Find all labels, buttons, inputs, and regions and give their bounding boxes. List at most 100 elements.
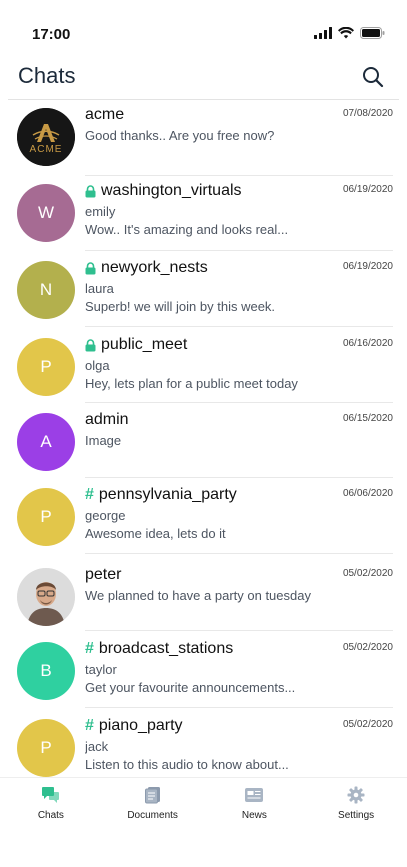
chat-row-public-meet[interactable]: P public_meet 06/16/2020 olga Hey, lets … — [0, 335, 407, 410]
chat-date: 05/02/2020 — [342, 719, 393, 730]
avatar: A — [17, 413, 75, 471]
chat-sender: emily — [85, 204, 116, 219]
chat-date: 06/19/2020 — [342, 184, 393, 195]
status-time: 17:00 — [32, 26, 71, 43]
user-photo-icon — [17, 568, 75, 626]
avatar: W — [17, 184, 75, 242]
row-divider — [85, 326, 393, 327]
chat-body: # piano_party 05/02/2020 jack Listen to … — [85, 716, 393, 772]
chat-name-text: admin — [85, 411, 129, 428]
tab-documents[interactable]: Documents — [102, 778, 204, 827]
chat-row-peter[interactable]: peter 05/02/2020 We planned to have a pa… — [0, 565, 407, 640]
chat-date: 06/19/2020 — [342, 261, 393, 272]
acme-logo-icon — [17, 108, 75, 166]
chat-body: # pennsylvania_party 06/06/2020 george A… — [85, 485, 393, 541]
chat-last-message: Listen to this audio to know about... — [85, 757, 289, 772]
chat-body: newyork_nests 06/19/2020 laura Superb! w… — [85, 258, 393, 314]
chat-last-message: Awesome idea, lets do it — [85, 526, 226, 541]
chat-last-message: Get your favourite announcements... — [85, 680, 296, 695]
row-divider — [85, 630, 393, 631]
chat-name-text: peter — [85, 566, 122, 583]
chat-row-acme[interactable]: ACME acme 07/08/2020 Good thanks.. Are y… — [0, 105, 407, 180]
hashtag-icon: # — [85, 640, 94, 657]
chat-body: peter 05/02/2020 We planned to have a pa… — [85, 565, 393, 603]
chat-name-text: pennsylvania_party — [98, 486, 237, 503]
tab-label: Settings — [338, 810, 375, 821]
chat-row-admin[interactable]: A admin 06/15/2020 Image — [0, 410, 407, 485]
page-title: Chats — [18, 63, 76, 88]
avatar-letter: P — [40, 507, 52, 526]
hashtag-icon: # — [85, 717, 94, 734]
avatar: P — [17, 338, 75, 396]
chat-date: 06/16/2020 — [342, 338, 393, 349]
lock-icon — [85, 261, 96, 274]
avatar: N — [17, 261, 75, 319]
row-divider — [85, 553, 393, 554]
gear-icon — [347, 786, 365, 804]
chat-name-text: broadcast_stations — [98, 640, 234, 657]
chat-body: admin 06/15/2020 Image — [85, 410, 393, 448]
status-icons — [314, 27, 385, 39]
chat-row-pennsylvania-party[interactable]: P # pennsylvania_party 06/06/2020 george… — [0, 485, 407, 560]
avatar-letter: A — [40, 432, 52, 451]
tab-label: News — [241, 810, 267, 821]
cellular-signal-icon — [314, 27, 332, 39]
chat-name-text: acme — [85, 106, 125, 123]
battery-icon — [360, 27, 385, 39]
tab-bar: Chats Documents News Settings — [0, 777, 407, 827]
chat-last-message: Good thanks.. Are you free now? — [85, 128, 275, 143]
chat-sender: laura — [85, 281, 114, 296]
news-icon — [245, 788, 264, 802]
search-icon — [363, 67, 384, 88]
avatar: ACME — [17, 108, 75, 166]
avatar: P — [17, 719, 75, 777]
chat-last-message: Image — [85, 433, 122, 448]
chat-row-newyork-nests[interactable]: N newyork_nests 06/19/2020 laura Superb!… — [0, 258, 407, 333]
avatar: B — [17, 642, 75, 700]
row-divider — [85, 250, 393, 251]
chat-date: 07/08/2020 — [342, 108, 393, 119]
chat-sender: olga — [85, 358, 110, 373]
chat-name-text: piano_party — [98, 717, 183, 734]
hashtag-icon: # — [85, 486, 94, 503]
chat-row-washington-virtuals[interactable]: W washington_virtuals 06/19/2020 emily W… — [0, 181, 407, 256]
tab-settings[interactable]: Settings — [305, 778, 407, 827]
avatar — [17, 568, 75, 626]
chat-last-message: We planned to have a party on tuesday — [85, 588, 311, 603]
avatar-letter: W — [37, 203, 55, 222]
chat-last-message: Superb! we will join by this week. — [85, 299, 276, 314]
header: Chats — [0, 58, 407, 100]
row-divider — [85, 707, 393, 708]
tab-label: Documents — [127, 810, 178, 821]
chat-name-text: newyork_nests — [101, 259, 208, 276]
search-button[interactable] — [361, 65, 385, 89]
lock-icon — [85, 184, 96, 197]
chat-sender: george — [85, 508, 126, 523]
documents-icon — [144, 787, 160, 804]
chat-row-broadcast-stations[interactable]: B # broadcast_stations 05/02/2020 taylor… — [0, 639, 407, 714]
avatar-letter: P — [40, 738, 52, 757]
chat-date: 06/15/2020 — [342, 413, 393, 424]
chat-sender: jack — [85, 739, 109, 754]
chat-last-message: Wow.. It's amazing and looks real... — [85, 222, 289, 237]
avatar: P — [17, 488, 75, 546]
chat-date: 06/06/2020 — [342, 488, 393, 499]
avatar-text: ACME — [29, 144, 63, 155]
chat-name-text: washington_virtuals — [101, 182, 242, 199]
chat-sender: taylor — [85, 662, 117, 677]
chat-date: 05/02/2020 — [342, 642, 393, 653]
avatar-letter: P — [40, 357, 52, 376]
chat-list[interactable]: ACME acme 07/08/2020 Good thanks.. Are y… — [0, 100, 407, 777]
row-divider — [85, 175, 393, 176]
chat-body: public_meet 06/16/2020 olga Hey, lets pl… — [85, 335, 393, 391]
row-divider — [85, 477, 393, 478]
avatar-letter: N — [39, 280, 53, 299]
row-divider — [85, 402, 393, 403]
chat-date: 05/02/2020 — [342, 568, 393, 579]
tab-label: Chats — [37, 810, 64, 821]
chat-last-message: Hey, lets plan for a public meet today — [85, 376, 298, 391]
chat-row-piano-party[interactable]: P # piano_party 05/02/2020 jack Listen t… — [0, 716, 407, 777]
tab-chats[interactable]: Chats — [0, 778, 102, 827]
tab-news[interactable]: News — [204, 778, 306, 827]
wifi-icon — [338, 27, 354, 39]
